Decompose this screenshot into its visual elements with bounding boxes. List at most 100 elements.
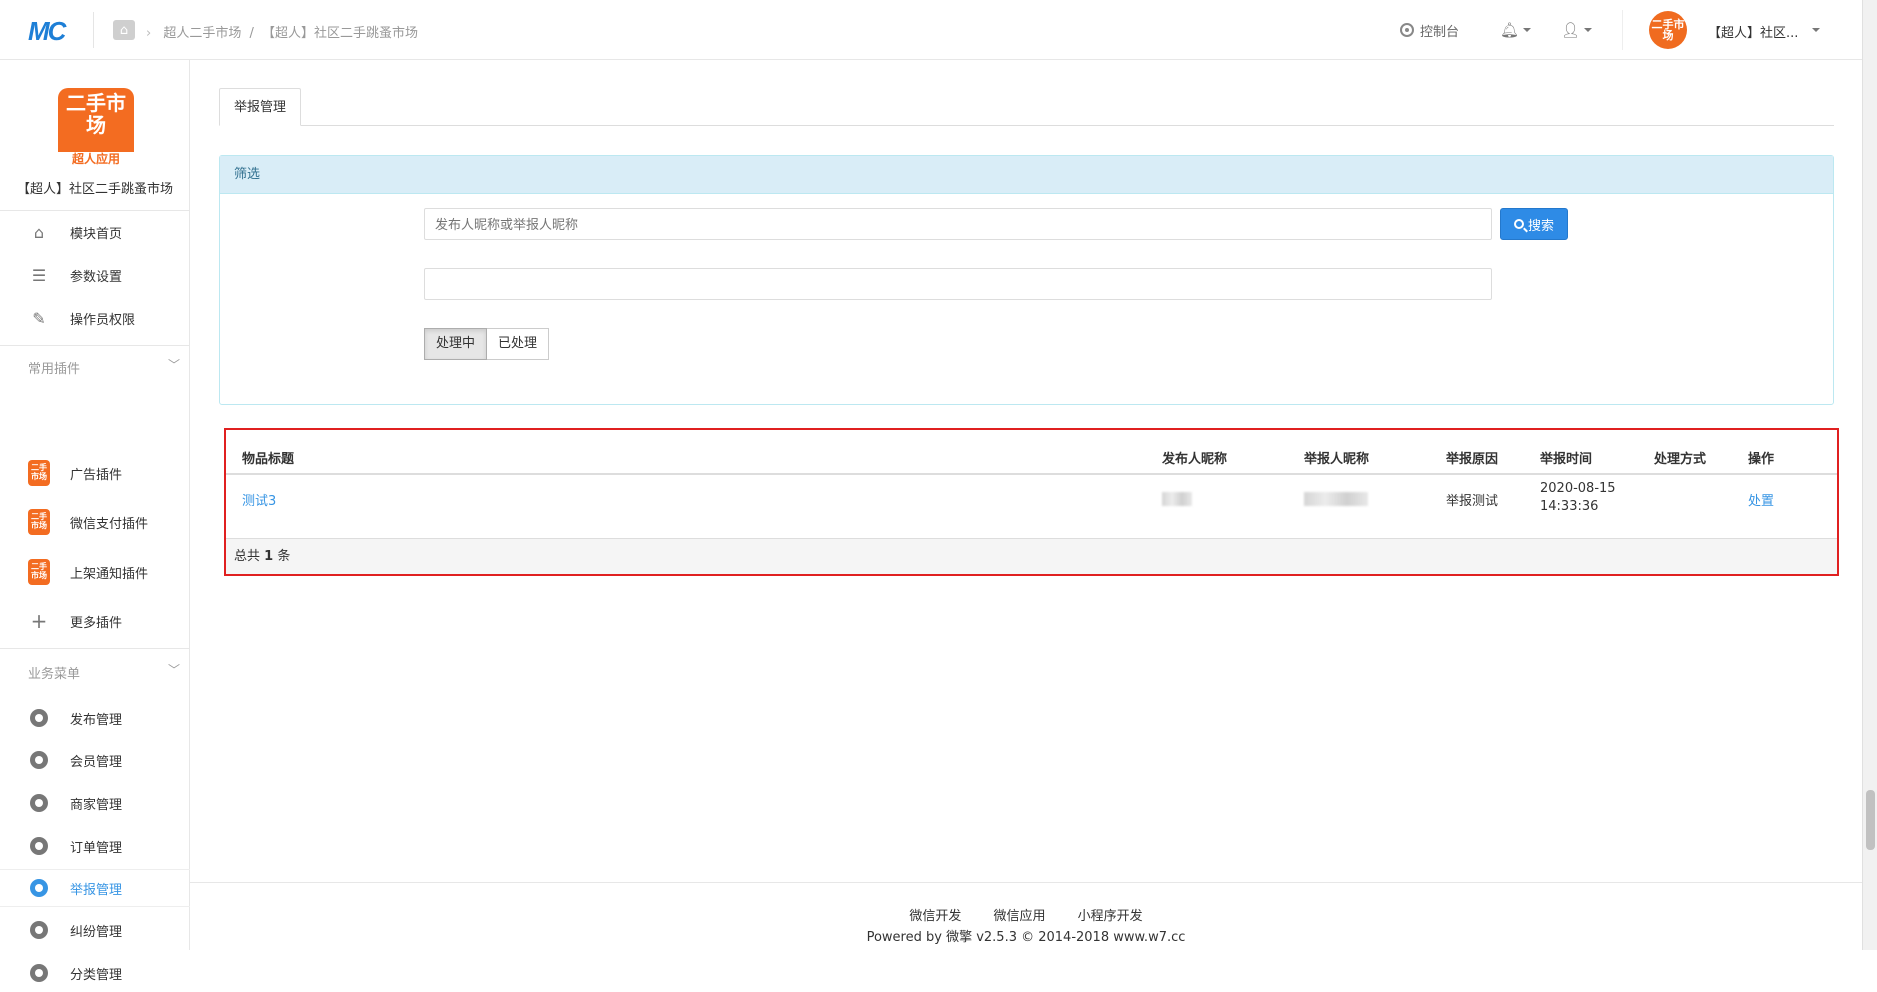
breadcrumb-separator: / — [249, 26, 254, 41]
search-button[interactable]: 搜索 — [1500, 208, 1568, 240]
table-total: 总共 1 条 — [226, 538, 1837, 574]
status-toggle-group: 处理中 已处理 — [424, 328, 550, 360]
search-icon — [1513, 219, 1524, 229]
page-scrollbar[interactable] — [1862, 0, 1877, 950]
app-plugin-icon: 二手市场 — [28, 559, 50, 585]
report-table: 物品标题 发布人昵称 举报人昵称 举报原因 举报时间 处理方式 操作 测试3 举… — [224, 428, 1839, 576]
avatar-text: 二手市场 — [1651, 18, 1685, 42]
column-header: 处理方式 — [1654, 452, 1707, 467]
gear-icon — [30, 794, 48, 812]
item-title-link[interactable]: 测试3 — [242, 490, 276, 509]
total-prefix: 总共 — [234, 549, 261, 564]
app-plugin-icon: 二手市场 — [28, 509, 50, 535]
sidebar-item-publish-management[interactable]: 发布管理 — [0, 699, 190, 737]
sidebar-item-settings[interactable]: ☰ 参数设置 — [0, 256, 190, 294]
app-logo: 二手市场 超人应用 — [58, 88, 134, 166]
column-header: 物品标题 — [242, 452, 295, 467]
page-footer: 微信开发 微信应用 小程序开发 Powered by 微擎 v2.5.3 © 2… — [190, 882, 1862, 950]
gear-icon — [30, 837, 48, 855]
console-label: 控制台 — [1420, 24, 1460, 40]
tab-report-management[interactable]: 举报管理 — [219, 88, 302, 126]
sidebar-item-member-management[interactable]: 会员管理 — [0, 741, 190, 779]
column-header: 举报人昵称 — [1304, 452, 1370, 467]
account-avatar[interactable]: 二手市场 — [1649, 11, 1687, 49]
item-title-input[interactable] — [424, 268, 1492, 300]
divider — [0, 210, 190, 211]
home-icon: ⌂ — [33, 222, 45, 242]
filter-panel: 筛选 用户昵称 搜索 物品标题 处理中 已处理 — [219, 155, 1834, 405]
sidebar-item-order-management[interactable]: 订单管理 — [0, 827, 190, 865]
sidebar-group-business[interactable]: 业务菜单 — [28, 663, 80, 682]
sidebar-item-label: 更多插件 — [70, 615, 123, 631]
sidebar-item-label: 模块首页 — [70, 226, 123, 242]
sidebar-item-label: 发布管理 — [70, 712, 123, 728]
bell-icon: 🔔︎ — [1500, 21, 1520, 39]
console-link[interactable]: 控制台 — [1400, 0, 1459, 60]
sidebar-group-plugins[interactable]: 常用插件 — [28, 358, 80, 377]
sidebar-item-label: 会员管理 — [70, 754, 123, 770]
app-name: 【超人】社区二手跳蚤市场 — [16, 182, 173, 197]
filter-panel-title: 筛选 — [220, 156, 1833, 194]
total-count: 1 — [264, 549, 274, 564]
sidebar-item-dispute-management[interactable]: 纠纷管理 — [0, 911, 190, 949]
status-processing-button[interactable]: 处理中 — [424, 328, 488, 360]
divider — [1622, 10, 1623, 50]
report-time: 14:33:36 — [1540, 499, 1599, 514]
user-icon: 👤︎ — [1561, 21, 1581, 39]
sidebar-item-label: 上架通知插件 — [70, 566, 149, 582]
sidebar-item-module-home[interactable]: ⌂ 模块首页 — [0, 213, 190, 251]
divider — [0, 648, 190, 649]
sidebar-item-label: 订单管理 — [70, 840, 123, 856]
caret-down-icon[interactable] — [1812, 28, 1820, 32]
nickname-search-input[interactable] — [424, 208, 1492, 240]
sidebar-item-category-management[interactable]: 分类管理 — [0, 954, 190, 992]
gear-icon — [30, 921, 48, 939]
chevron-down-icon[interactable]: ﹀ — [168, 661, 180, 678]
breadcrumb-item[interactable]: 超人二手市场 — [163, 26, 241, 41]
gear-icon — [30, 879, 48, 897]
status-processed-button[interactable]: 已处理 — [487, 328, 550, 360]
gear-icon — [30, 751, 48, 769]
sidebar-item-operator-permissions[interactable]: ✎ 操作员权限 — [0, 299, 190, 337]
divider — [93, 12, 94, 48]
footer-link[interactable]: 微信开发 — [909, 909, 961, 924]
sidebar-item-merchant-management[interactable]: 商家管理 — [0, 784, 190, 822]
report-reason: 举报测试 — [1446, 494, 1499, 509]
app-plugin-icon: 二手市场 — [28, 460, 50, 486]
sidebar-item-label: 商家管理 — [70, 797, 123, 813]
footer-copyright: Powered by 微擎 v2.5.3 © 2014-2018 www.w7.… — [866, 930, 1186, 945]
breadcrumb-item[interactable]: 【超人】社区二手跳蚤市场 — [262, 26, 418, 41]
column-header: 举报原因 — [1446, 452, 1499, 467]
caret-down-icon — [1584, 28, 1593, 32]
sidebar-item-wechat-pay-plugin[interactable]: 二手市场 微信支付插件 — [0, 503, 190, 541]
notifications-dropdown[interactable]: 🔔︎ — [1500, 0, 1532, 60]
chevron-down-icon[interactable]: ﹀ — [168, 356, 180, 373]
column-header: 举报时间 — [1540, 452, 1593, 467]
sidebar-item-listing-notify-plugin[interactable]: 二手市场 上架通知插件 — [0, 553, 190, 591]
footer-link[interactable]: 微信应用 — [993, 909, 1045, 924]
list-icon: ☰ — [31, 265, 47, 285]
brand-logo[interactable]: MC — [28, 16, 66, 47]
account-name[interactable]: 【超人】社区... — [1708, 22, 1798, 41]
user-dropdown[interactable]: 👤︎ — [1561, 0, 1593, 60]
publisher-nickname — [1162, 492, 1192, 506]
column-header: 发布人昵称 — [1162, 452, 1228, 467]
sidebar-item-label: 参数设置 — [70, 269, 123, 285]
footer-link[interactable]: 小程序开发 — [1078, 909, 1143, 924]
app-logo-text: 二手市场 — [66, 91, 126, 137]
footer-links: 微信开发 微信应用 小程序开发 — [190, 905, 1862, 924]
edit-icon: ✎ — [32, 308, 46, 328]
home-icon[interactable]: ⌂ — [113, 20, 135, 40]
scrollbar-thumb[interactable] — [1866, 790, 1875, 850]
sidebar-item-label: 广告插件 — [70, 467, 123, 483]
sidebar-item-report-management[interactable]: 举报管理 — [0, 869, 190, 907]
tab-bar: 举报管理 — [219, 88, 1834, 126]
sidebar-item-more-plugins[interactable]: + 更多插件 — [0, 602, 190, 640]
app-logo-subtext: 超人应用 — [58, 152, 134, 166]
dashboard-icon — [1400, 23, 1414, 37]
handle-action-link[interactable]: 处置 — [1748, 490, 1774, 509]
gear-icon — [30, 964, 48, 982]
divider — [0, 345, 190, 346]
total-suffix: 条 — [277, 549, 291, 564]
sidebar-item-ad-plugin[interactable]: 二手市场 广告插件 — [0, 454, 190, 492]
